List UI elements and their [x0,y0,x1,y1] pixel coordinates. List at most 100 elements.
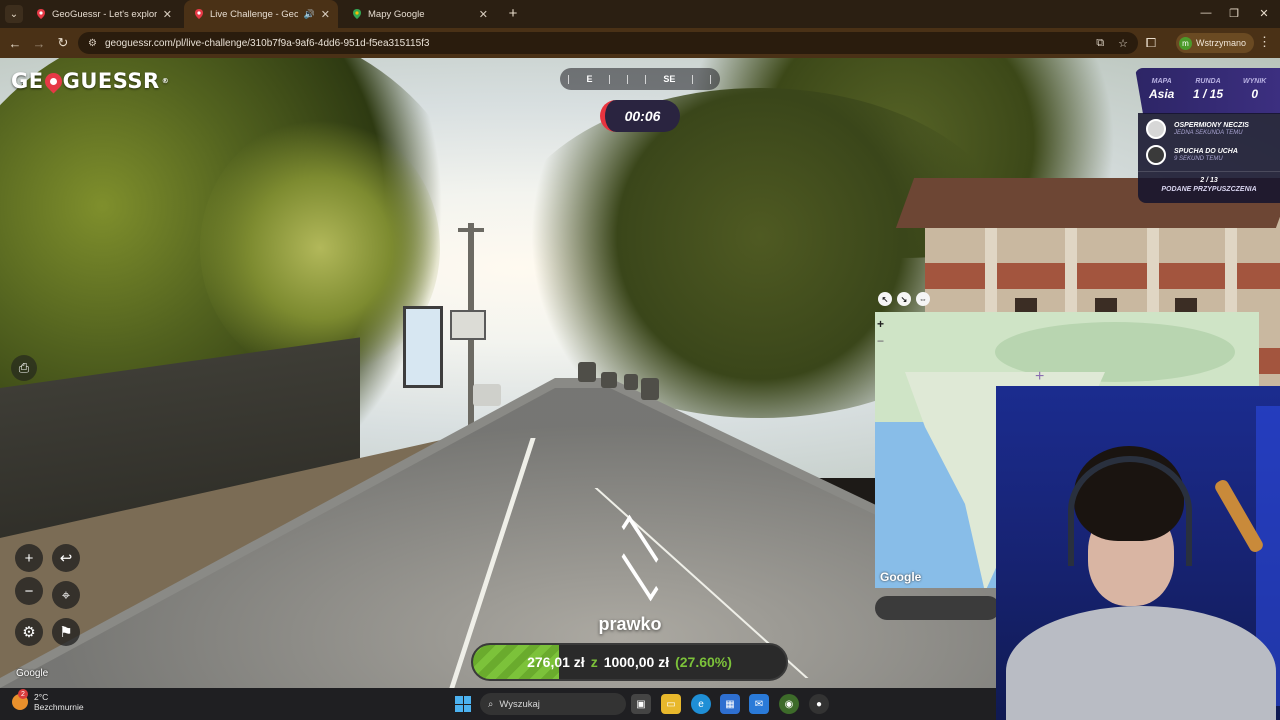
compass-label: E [586,74,593,84]
map-zoom-controls: + − [877,316,884,350]
taskbar-search[interactable]: ⌕ Wyszukaj [480,693,626,715]
tab-geoguessr-home[interactable]: GeoGuessr - Let's explore the w ✕ [26,0,180,28]
guess-button[interactable] [875,596,1000,620]
bookmark-star-icon[interactable]: ☆ [1118,37,1128,50]
speaker-icon[interactable]: 🔊 [304,9,315,20]
tab-title: GeoGuessr - Let's explore the w [52,8,157,20]
close-window-button[interactable]: ✕ [1254,4,1274,22]
guess-count-label: PODANE PRZYPUSZCZENIA [1161,186,1257,193]
new-tab-button[interactable]: + [504,4,522,22]
browser-toolbar: ← → ↻ ⚙ geoguessr.com/pl/live-challenge/… [0,28,1280,58]
map-size-controls: ↖ ↘ ⇔ [878,292,930,306]
player-name: OSPERMIONY NECZIS [1174,122,1249,130]
scene-vehicle [473,384,501,406]
notification-badge: 2 [18,689,28,699]
minimize-button[interactable]: — [1196,4,1216,22]
reload-button[interactable]: ↻ [54,34,72,52]
score-info: WYNIK 0 [1243,78,1266,101]
donation-joiner: z [590,654,598,670]
windows-taskbar: 2 2°C Bezchmurnie ⌕ Wyszukaj ▣ ▭ e ▦ ✉ ◉… [0,688,996,720]
start-menu-icon[interactable] [455,696,471,712]
score-value: 0 [1251,87,1259,101]
compass-tick [609,74,611,84]
avatar: m [1179,36,1192,50]
scene-vehicle [641,378,659,400]
map-pin-icon [41,68,66,94]
browser-menu-icon[interactable]: ⋮ [1258,34,1271,50]
guess-count-value: 2 / 13 [1200,177,1218,184]
profile-button[interactable]: m Wstrzymano [1176,33,1255,53]
restore-button[interactable]: ❐ [1224,4,1244,22]
geoguessr-logo[interactable]: GE GUESSR ® [11,68,170,94]
microsoft-store-icon[interactable]: ▦ [720,694,740,714]
return-to-start-icon[interactable]: ⌖ [52,581,80,609]
tab-google-maps[interactable]: Mapy Google ✕ [342,0,496,28]
compass: E SE [560,68,720,90]
task-view-icon[interactable]: ▣ [631,694,651,714]
close-tab-icon[interactable]: ✕ [163,8,172,21]
map-value: Asia [1149,87,1175,101]
settings-gear-icon[interactable]: ⚙ [15,618,43,646]
compass-tick [710,74,712,84]
webcam-overlay [996,386,1280,720]
address-bar[interactable]: ⚙ geoguessr.com/pl/live-challenge/310b7f… [78,32,1138,54]
map-info: MAPA Asia [1149,78,1174,101]
chrome-icon[interactable]: ◉ [779,694,799,714]
game-status-panel: MAPA Asia RUNDA 1 / 15 WYNIK 0 [1135,68,1280,114]
pin-map-icon[interactable]: ⇔ [916,292,930,306]
zoom-out-button[interactable]: − [15,577,43,605]
streamer-username: prawko [598,614,662,634]
geoguessr-favicon-icon [37,9,45,19]
install-app-icon[interactable]: ⧉ [1096,37,1104,50]
guess-counter: 2 / 13 PODANE PRZYPUSZCZENIA [1138,171,1280,193]
map-zoom-in-button[interactable]: + [877,316,884,333]
avatar [1146,119,1166,139]
report-location-icon[interactable]: ⎙ [11,355,37,381]
back-button[interactable]: ← [6,34,24,52]
compass-tick [568,74,570,84]
enlarge-map-icon[interactable]: ↖ [878,292,892,306]
geoguessr-favicon-icon [195,9,203,19]
search-icon: ⌕ [488,698,494,710]
url-text: geoguessr.com/pl/live-challenge/310b7f9a… [104,37,430,49]
weather-widget[interactable]: 2 2°C Bezchmurnie [12,689,84,712]
donation-current: 276,01 zł [527,654,585,670]
undo-move-icon[interactable]: ↩ [52,544,80,572]
tab-live-challenge[interactable]: Live Challenge - GeoGuessr 🔊 ✕ [184,0,338,28]
profile-status: Wstrzymano [1196,38,1247,48]
outlook-icon[interactable]: ✉ [749,694,769,714]
map-zoom-out-button[interactable]: − [877,333,884,350]
players-guess-list: OSPERMIONY NECZIS JEDNA SEKUNDA TEMU SPU… [1138,113,1280,203]
weather-description: Bezchmurnie [34,702,84,712]
scene-billboard [403,306,443,388]
zoom-in-button[interactable]: + [15,544,43,572]
player-name: SPUCHA DO UCHA [1174,148,1238,156]
score-label: WYNIK [1243,78,1267,85]
forward-button[interactable]: → [30,34,48,52]
player-guess-time: JEDNA SEKUNDA TEMU [1174,129,1243,136]
scene-vehicle [578,362,596,382]
app-with-notification-icon[interactable]: ● [809,694,829,714]
round-info: RUNDA 1 / 15 [1193,78,1223,101]
flag-checkpoint-icon[interactable]: ⚑ [52,618,80,646]
weather-sun-icon: 2 [12,689,28,710]
file-explorer-icon[interactable]: ▭ [661,694,681,714]
donation-percent: (27.60%) [675,654,732,670]
compass-label: SE [663,74,676,84]
shrink-map-icon[interactable]: ↘ [897,292,911,306]
site-info-icon[interactable]: ⚙ [88,38,97,49]
compass-tick [692,74,694,84]
browser-tab-strip: ⌄ GeoGuessr - Let's explore the w ✕ Live… [0,0,1280,28]
close-tab-icon[interactable]: ✕ [479,8,488,21]
scene-vehicle [624,374,638,390]
google-maps-favicon-icon [353,9,361,19]
close-tab-icon[interactable]: ✕ [321,8,330,21]
compass-tick [645,74,647,84]
tab-search-button[interactable]: ⌄ [5,5,23,23]
logo-registered-mark: ® [161,77,170,85]
donation-goal-text: 276,01 zł z 1000,00 zł (27.60%) [473,645,786,679]
extensions-icon[interactable]: ⧠ [1142,34,1160,52]
webcam-person-body [1006,606,1276,720]
player-row: SPUCHA DO UCHA 9 SEKUND TEMU [1146,144,1276,166]
edge-browser-icon[interactable]: e [691,694,711,714]
